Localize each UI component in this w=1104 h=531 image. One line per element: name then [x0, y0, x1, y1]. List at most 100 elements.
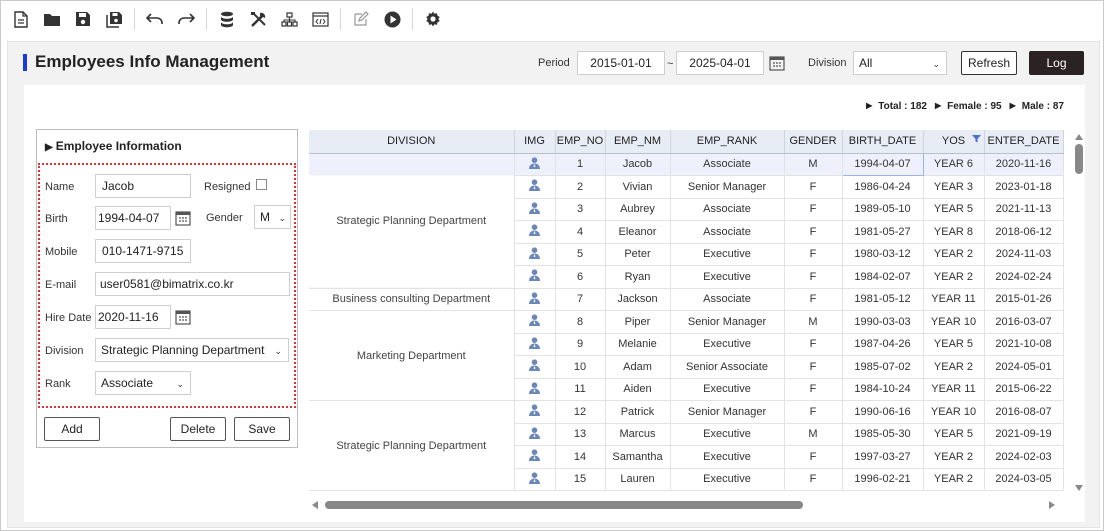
employee-avatar-icon[interactable] — [514, 468, 556, 491]
gender-cell[interactable]: F — [784, 333, 843, 356]
email-field[interactable]: user0581@bimatrix.co.kr — [95, 272, 290, 296]
emp-name-cell[interactable]: Samantha — [605, 445, 671, 469]
mobile-field[interactable]: 010-1471-9715 — [95, 239, 191, 263]
enter-date-cell[interactable]: 2024-02-24 — [984, 265, 1064, 289]
birth-date-cell[interactable]: 1990-03-03 — [842, 310, 924, 334]
yos-cell[interactable]: YEAR 2 — [923, 445, 985, 469]
employee-avatar-icon[interactable] — [514, 153, 556, 176]
gender-select[interactable]: M ⌄ — [254, 205, 291, 229]
emp-rank-cell[interactable]: Senior Manager — [670, 310, 785, 334]
emp-name-cell[interactable]: Lauren — [605, 468, 671, 491]
emp-rank-cell[interactable]: Executive — [670, 265, 785, 289]
add-button[interactable]: Add — [44, 417, 100, 441]
employee-avatar-icon[interactable] — [514, 423, 556, 446]
division-filter-select[interactable]: All ⌄ — [853, 51, 947, 75]
emp-rank-cell[interactable]: Associate — [670, 220, 785, 244]
filter-icon[interactable] — [971, 134, 981, 146]
emp-rank-cell[interactable]: Executive — [670, 378, 785, 401]
database-icon[interactable] — [216, 8, 238, 30]
enter-date-cell[interactable]: 2016-03-07 — [984, 310, 1064, 334]
gender-cell[interactable]: M — [784, 153, 843, 176]
emp-name-cell[interactable]: Marcus — [605, 423, 671, 446]
birth-date-cell[interactable]: 1990-06-16 — [842, 400, 924, 424]
division-select[interactable]: Strategic Planning Department ⌄ — [95, 338, 289, 362]
enter-date-cell[interactable]: 2016-08-07 — [984, 400, 1064, 424]
enter-date-cell[interactable]: 2024-11-03 — [984, 243, 1064, 266]
scroll-up-arrow-icon[interactable] — [1075, 134, 1083, 140]
birth-date-cell[interactable]: 1997-03-27 — [842, 445, 924, 469]
emp-rank-cell[interactable]: Senior Manager — [670, 175, 785, 199]
emp-no-cell[interactable]: 1 — [555, 153, 606, 176]
save-button[interactable]: Save — [234, 417, 290, 441]
save-all-icon[interactable] — [103, 8, 125, 30]
emp-no-cell[interactable]: 6 — [555, 265, 606, 289]
refresh-button[interactable]: Refresh — [961, 51, 1017, 75]
birth-date-cell[interactable]: 1985-07-02 — [842, 355, 924, 379]
yos-cell[interactable]: YEAR 11 — [923, 378, 985, 401]
enter-date-cell[interactable]: 2018-06-12 — [984, 220, 1064, 244]
gender-cell[interactable]: F — [784, 265, 843, 289]
table-row[interactable]: Strategic Planning Department 1 Jacob Assoc… — [309, 152, 1064, 289]
column-header-emp-no[interactable]: EMP_NO — [555, 130, 606, 154]
edit-icon[interactable] — [350, 8, 372, 30]
emp-no-cell[interactable]: 10 — [555, 355, 606, 379]
birth-date-cell[interactable]: 1989-05-10 — [842, 198, 924, 221]
emp-rank-cell[interactable]: Associate — [670, 198, 785, 221]
gender-cell[interactable]: F — [784, 198, 843, 221]
scroll-left-arrow-icon[interactable] — [312, 501, 318, 509]
emp-no-cell[interactable]: 2 — [555, 175, 606, 199]
yos-cell[interactable]: YEAR 5 — [923, 423, 985, 446]
yos-cell[interactable]: YEAR 3 — [923, 175, 985, 199]
division-cell[interactable]: Strategic Planning Department — [309, 400, 515, 491]
emp-name-cell[interactable]: Eleanor — [605, 220, 671, 244]
emp-no-cell[interactable]: 4 — [555, 220, 606, 244]
division-cell[interactable]: Business consulting Department — [309, 288, 515, 311]
emp-name-cell[interactable]: Jackson — [605, 288, 671, 311]
column-header-emp-rank[interactable]: EMP_RANK — [670, 130, 785, 154]
gender-cell[interactable]: F — [784, 243, 843, 266]
birth-field[interactable]: 1994-04-07 — [95, 206, 171, 230]
emp-no-cell[interactable]: 3 — [555, 198, 606, 221]
hierarchy-icon[interactable] — [278, 8, 300, 30]
emp-name-cell[interactable]: Melanie — [605, 333, 671, 356]
resigned-checkbox[interactable] — [256, 179, 267, 190]
settings-icon[interactable] — [422, 8, 444, 30]
emp-name-cell[interactable]: Patrick — [605, 400, 671, 424]
employee-avatar-icon[interactable] — [514, 445, 556, 469]
enter-date-cell[interactable]: 2024-05-01 — [984, 355, 1064, 379]
delete-button[interactable]: Delete — [170, 417, 226, 441]
vertical-scroll-thumb[interactable] — [1075, 144, 1083, 174]
gender-cell[interactable]: M — [784, 310, 843, 334]
yos-cell[interactable]: YEAR 8 — [923, 220, 985, 244]
yos-cell[interactable]: YEAR 2 — [923, 265, 985, 289]
gender-cell[interactable]: F — [784, 220, 843, 244]
calendar-icon[interactable] — [175, 309, 191, 325]
birth-date-cell[interactable]: 1984-02-07 — [842, 265, 924, 289]
emp-name-cell[interactable]: Piper — [605, 310, 671, 334]
yos-cell[interactable]: YEAR 11 — [923, 288, 985, 311]
gender-cell[interactable]: F — [784, 378, 843, 401]
tools-icon[interactable] — [247, 8, 269, 30]
gender-cell[interactable]: F — [784, 445, 843, 469]
emp-name-cell[interactable]: Peter — [605, 243, 671, 266]
column-header-img[interactable]: IMG — [514, 130, 556, 154]
emp-no-cell[interactable]: 12 — [555, 400, 606, 424]
emp-rank-cell[interactable]: Executive — [670, 423, 785, 446]
period-from-input[interactable]: 2015-01-01 — [577, 51, 665, 75]
rank-select[interactable]: Associate ⌄ — [95, 371, 191, 395]
calendar-icon[interactable] — [769, 55, 785, 71]
redo-icon[interactable] — [175, 8, 197, 30]
yos-cell[interactable]: YEAR 2 — [923, 468, 985, 491]
gender-cell[interactable]: F — [784, 468, 843, 491]
emp-rank-cell[interactable]: Associate — [670, 288, 785, 311]
division-cell[interactable]: Strategic Planning Department — [309, 153, 515, 289]
emp-rank-cell[interactable]: Executive — [670, 243, 785, 266]
calendar-icon[interactable] — [175, 210, 191, 226]
yos-cell[interactable]: YEAR 6 — [923, 153, 985, 176]
enter-date-cell[interactable]: 2024-03-05 — [984, 468, 1064, 491]
yos-cell[interactable]: YEAR 5 — [923, 333, 985, 356]
employee-avatar-icon[interactable] — [514, 288, 556, 311]
vertical-scrollbar[interactable] — [1074, 130, 1084, 495]
table-row[interactable]: Strategic Planning Department 12 Patrick Se… — [309, 400, 1064, 491]
employee-avatar-icon[interactable] — [514, 333, 556, 356]
